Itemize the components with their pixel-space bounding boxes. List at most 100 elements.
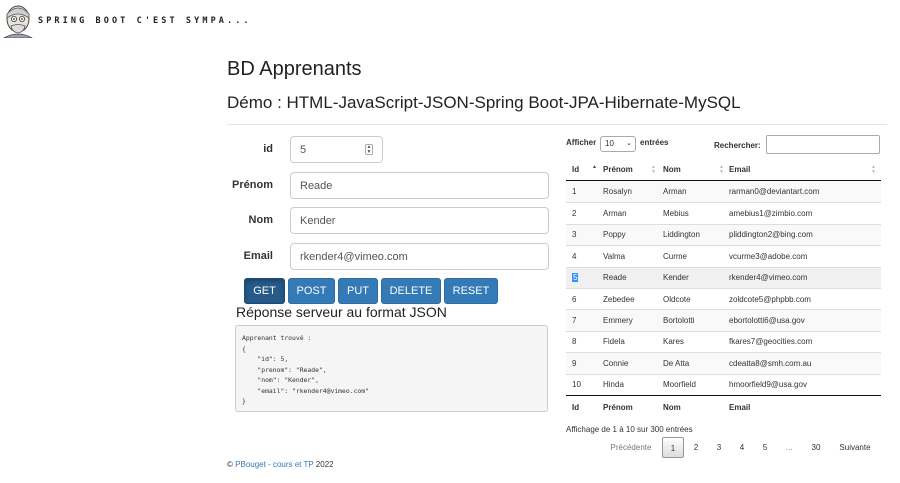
cell-nom: De Atta <box>663 358 690 368</box>
cell-nom: Oldcote <box>663 294 691 304</box>
cell-prenom: Poppy <box>603 230 626 240</box>
id-input[interactable]: 5 ▲ ▼ <box>290 136 383 163</box>
table-row[interactable]: 7 Emmery Bortolotti ebortolotti6@usa.gov <box>566 309 881 331</box>
prenom-label: Prénom <box>232 179 273 191</box>
cell-id: 10 <box>572 380 581 390</box>
pagination-page-3[interactable]: 3 <box>709 437 729 458</box>
id-label: id <box>263 143 273 155</box>
table-row[interactable]: 10 Hinda Moorfield hmoorfield9@usa.gov <box>566 373 881 395</box>
divider <box>227 124 887 125</box>
apprenants-table: Id ▲ Prénom ▲ ▼ Nom ▲ ▼ Email ▲ ▼ 1 Rosalyn Arm… <box>566 158 881 419</box>
cell-id: 3 <box>572 230 577 240</box>
column-header-email[interactable]: Email ▲ ▼ <box>729 158 879 180</box>
number-spinner-icon[interactable]: ▲ ▼ <box>365 144 373 155</box>
footer-link[interactable]: PBouget - cours et TP <box>235 460 313 469</box>
table-row[interactable]: 8 Fidela Kares fkares7@geocities.com <box>566 330 881 352</box>
entries-label: entrées <box>640 138 669 147</box>
table-header-row: Id ▲ Prénom ▲ ▼ Nom ▲ ▼ Email ▲ ▼ <box>566 158 881 181</box>
response-json: Apprenant trouvé : { "id": 5, "prenom": … <box>235 325 548 412</box>
sort-icon: ▲ ▼ <box>719 164 724 175</box>
table-row[interactable]: 2 Arman Mebius amebius1@zimbio.com <box>566 202 881 223</box>
table-row[interactable]: 4 Valma Curme vcurme3@adobe.com <box>566 245 881 266</box>
cell-nom: Curme <box>663 251 688 261</box>
cell-email: pliddington2@bing.com <box>729 230 813 240</box>
page-subtitle: Démo : HTML-JavaScript-JSON-Spring Boot-… <box>227 93 741 112</box>
search-input[interactable] <box>766 135 880 154</box>
cell-id: 2 <box>572 209 577 219</box>
table-row-selected[interactable]: 5 Reade Kender rkender4@vimeo.com <box>566 266 881 288</box>
cell-nom: Arman <box>663 187 687 197</box>
cell-email: zoldcote5@phpbb.com <box>729 294 811 304</box>
cell-prenom: Zebedee <box>603 294 635 304</box>
cell-nom: Kender <box>663 273 689 283</box>
footer: © PBouget - cours et TP 2022 <box>227 460 334 469</box>
delete-button[interactable]: DELETE <box>381 278 441 304</box>
page-length-value: 10 <box>605 139 614 148</box>
pagination-page-1[interactable]: 1 <box>662 437 684 458</box>
table-row[interactable]: 1 Rosalyn Arman rarman0@deviantart.com <box>566 181 881 203</box>
cell-prenom: Emmery <box>603 316 633 326</box>
pagination-page-last[interactable]: 30 <box>803 437 829 458</box>
column-header-nom[interactable]: Nom ▲ ▼ <box>663 158 729 180</box>
cell-prenom: Rosalyn <box>603 187 632 197</box>
cell-email: rarman0@deviantart.com <box>729 187 820 197</box>
pagination-page-4[interactable]: 4 <box>732 437 752 458</box>
top-bar: SPRING BOOT C'EST SYMPA... <box>0 0 900 42</box>
cell-prenom: Reade <box>603 273 627 283</box>
cell-email: amebius1@zimbio.com <box>729 209 813 219</box>
nom-input[interactable]: Kender <box>290 207 549 234</box>
cell-nom: Bortolotti <box>663 316 695 326</box>
table-info: Affichage de 1 à 10 sur 300 entrées <box>566 425 693 434</box>
pagination-next[interactable]: Suivante <box>833 437 877 458</box>
nom-label: Nom <box>248 214 273 226</box>
cell-email: fkares7@geocities.com <box>729 337 813 347</box>
cell-nom: Liddington <box>663 230 700 240</box>
table-row[interactable]: 3 Poppy Liddington pliddington2@bing.com <box>566 223 881 246</box>
cell-email: hmoorfield9@usa.gov <box>729 380 807 390</box>
cell-prenom: Connie <box>603 358 629 368</box>
prenom-input[interactable]: Reade <box>290 172 549 199</box>
cell-id: 9 <box>572 358 577 368</box>
put-button[interactable]: PUT <box>338 278 378 304</box>
cell-id: 5 <box>572 268 602 288</box>
pagination-previous[interactable]: Précédente <box>603 437 659 458</box>
page-length-select[interactable]: 10 ⌄ <box>600 136 636 152</box>
footer-year: 2022 <box>315 460 334 469</box>
pagination-page-5[interactable]: 5 <box>755 437 775 458</box>
selected-id: 5 <box>572 273 579 283</box>
cell-nom: Mebius <box>663 209 689 219</box>
table-footer-row: Id Prénom Nom Email <box>566 394 881 419</box>
cell-prenom: Arman <box>603 209 627 219</box>
column-header-id[interactable]: Id ▲ <box>572 158 602 180</box>
cell-id: 4 <box>572 251 577 261</box>
response-title: Réponse serveur au format JSON <box>236 304 447 320</box>
get-button[interactable]: GET <box>244 278 285 304</box>
email-input[interactable]: rkender4@vimeo.com <box>290 243 549 270</box>
search-label: Rechercher: <box>714 141 761 150</box>
email-label: Email <box>243 250 273 262</box>
column-footer-id: Id <box>572 402 580 412</box>
prenom-value: Reade <box>300 180 333 192</box>
cell-prenom: Hinda <box>603 380 624 390</box>
brand-title: SPRING BOOT C'EST SYMPA... <box>38 16 252 26</box>
cell-id: 8 <box>572 337 577 347</box>
pagination-ellipsis: … <box>785 443 793 452</box>
post-button[interactable]: POST <box>288 278 335 304</box>
sort-icon: ▲ ▼ <box>651 164 656 175</box>
cell-prenom: Fidela <box>603 337 625 347</box>
table-row[interactable]: 9 Connie De Atta cdeatta8@smh.com.au <box>566 352 881 374</box>
cell-id: 6 <box>572 294 577 304</box>
cell-id: 7 <box>572 316 577 326</box>
pagination-page-2[interactable]: 2 <box>686 437 706 458</box>
cell-email: vcurme3@adobe.com <box>729 251 808 261</box>
show-label: Afficher <box>566 138 597 147</box>
cell-nom: Moorfield <box>663 380 696 390</box>
reset-button[interactable]: RESET <box>444 278 498 304</box>
cell-prenom: Valma <box>603 251 626 261</box>
cell-nom: Kares <box>663 337 684 347</box>
cell-id: 1 <box>572 187 577 197</box>
table-row[interactable]: 6 Zebedee Oldcote zoldcote5@phpbb.com <box>566 287 881 309</box>
column-header-prenom[interactable]: Prénom ▲ ▼ <box>603 158 662 180</box>
copyright-symbol: © <box>227 460 233 469</box>
sort-asc-icon: ▲ <box>592 164 597 170</box>
